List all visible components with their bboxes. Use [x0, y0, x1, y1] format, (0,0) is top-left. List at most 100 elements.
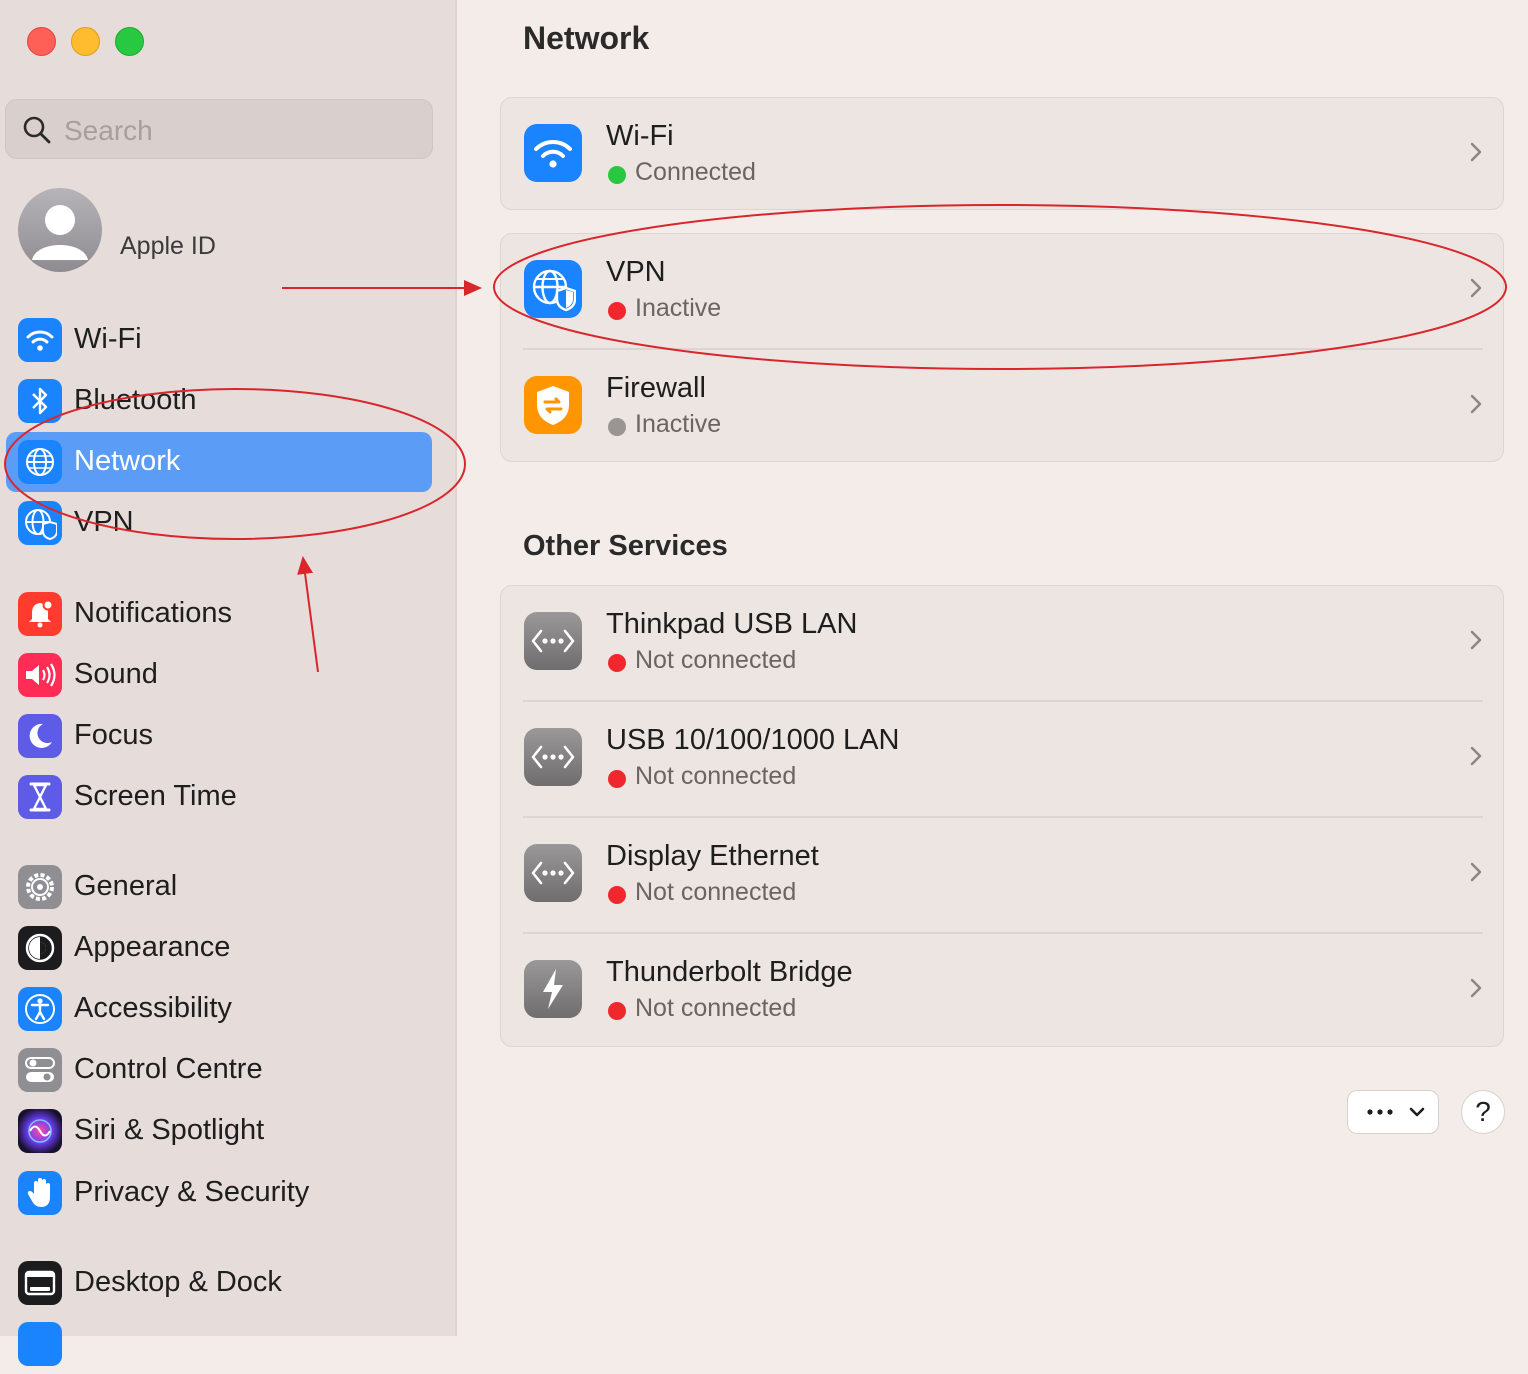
bluetooth-icon	[18, 379, 62, 423]
sidebar: Search Apple ID Wi-Fi Bluetooth Network …	[0, 0, 457, 1366]
sidebar-item-label: Control Centre	[74, 1053, 263, 1085]
moon-icon	[18, 714, 62, 758]
status-dot	[608, 1002, 626, 1020]
sidebar-item-label: VPN	[74, 506, 134, 538]
service-title: Display Ethernet	[606, 840, 819, 872]
sidebar-item-desktop-dock[interactable]: Desktop & Dock	[6, 1253, 432, 1313]
status-dot	[608, 302, 626, 320]
chevron-right-icon	[1470, 978, 1482, 998]
chevron-right-icon	[1470, 746, 1482, 766]
service-title: VPN	[606, 256, 666, 288]
close-window-button[interactable]	[27, 27, 56, 56]
apple-id-avatar[interactable]	[18, 188, 102, 272]
sidebar-item-label: Wi-Fi	[74, 323, 142, 355]
sidebar-item-label: Notifications	[74, 597, 232, 629]
minimize-window-button[interactable]	[71, 27, 100, 56]
ethernet-icon	[524, 844, 582, 902]
sidebar-item-sound[interactable]: Sound	[6, 645, 432, 705]
chevron-right-icon	[1470, 142, 1482, 162]
sidebar-item-bluetooth[interactable]: Bluetooth	[6, 371, 432, 431]
search-icon	[23, 116, 51, 144]
search-field[interactable]: Search	[5, 99, 433, 159]
sidebar-item-screen-time[interactable]: Screen Time	[6, 767, 432, 827]
sidebar-item-general[interactable]: General	[6, 857, 432, 917]
wifi-card: Wi-Fi Connected	[500, 97, 1504, 210]
other-services-heading: Other Services	[523, 530, 728, 562]
sidebar-item-label: General	[74, 870, 178, 902]
chevron-right-icon	[1470, 630, 1482, 650]
vpn-globe-shield-icon	[18, 501, 62, 545]
sidebar-item-label: Privacy & Security	[74, 1176, 310, 1208]
globe-icon	[18, 440, 62, 484]
sidebar-item-label: Appearance	[74, 931, 231, 963]
status-dot	[608, 418, 626, 436]
service-row-vpn[interactable]: VPN Inactive	[501, 234, 1503, 350]
vpn-globe-shield-icon	[524, 260, 582, 318]
service-status: Not connected	[635, 762, 797, 790]
service-status: Not connected	[635, 994, 797, 1022]
bell-icon	[18, 592, 62, 636]
toggles-icon	[18, 1048, 62, 1092]
sidebar-item-siri-spotlight[interactable]: Siri & Spotlight	[6, 1101, 432, 1161]
person-icon	[32, 205, 88, 260]
help-button[interactable]: ?	[1461, 1090, 1505, 1134]
service-status: Not connected	[635, 878, 797, 906]
sidebar-item-label: Accessibility	[74, 992, 232, 1024]
search-input[interactable]: Search	[64, 115, 153, 147]
firewall-shield-icon	[524, 376, 582, 434]
sidebar-item-label: Focus	[74, 719, 153, 751]
service-row-thinkpad-usb-lan[interactable]: Thinkpad USB LAN Not connected	[501, 586, 1503, 702]
sidebar-item-appearance[interactable]: Appearance	[6, 918, 432, 978]
sidebar-item-label: Sound	[74, 658, 158, 690]
service-row-firewall[interactable]: Firewall Inactive	[501, 350, 1503, 466]
sidebar-item-wifi[interactable]: Wi-Fi	[6, 310, 432, 370]
apple-id-label[interactable]: Apple ID	[120, 232, 216, 261]
wifi-icon	[524, 124, 582, 182]
sidebar-item-network[interactable]: Network	[6, 432, 432, 492]
dock-icon	[18, 1261, 62, 1305]
more-actions-button[interactable]	[1347, 1090, 1439, 1134]
hand-icon	[18, 1171, 62, 1215]
zoom-window-button[interactable]	[115, 27, 144, 56]
service-title: Thunderbolt Bridge	[606, 956, 853, 988]
ethernet-icon	[524, 612, 582, 670]
sidebar-item-label: Network	[74, 445, 181, 477]
service-title: Wi-Fi	[606, 120, 674, 152]
sidebar-item-vpn[interactable]: VPN	[6, 493, 432, 553]
service-row-thunderbolt-bridge[interactable]: Thunderbolt Bridge Not connected	[501, 934, 1503, 1050]
sidebar-item-privacy-security[interactable]: Privacy & Security	[6, 1163, 432, 1223]
service-title: USB 10/100/1000 LAN	[606, 724, 900, 756]
status-dot	[608, 770, 626, 788]
service-row-wifi[interactable]: Wi-Fi Connected	[501, 98, 1503, 211]
page-title: Network	[523, 20, 650, 56]
ethernet-icon	[524, 728, 582, 786]
display-icon	[18, 1322, 62, 1366]
appearance-icon	[18, 926, 62, 970]
status-dot	[608, 654, 626, 672]
sidebar-item-label: Siri & Spotlight	[74, 1114, 265, 1146]
sidebar-item-control-centre[interactable]: Control Centre	[6, 1040, 432, 1100]
other-services-card: Thinkpad USB LAN Not connected USB 10/10…	[500, 585, 1504, 1047]
sidebar-item-accessibility[interactable]: Accessibility	[6, 979, 432, 1039]
sidebar-item-notifications[interactable]: Notifications	[6, 584, 432, 644]
chevron-right-icon	[1470, 278, 1482, 298]
wifi-icon	[18, 318, 62, 362]
accessibility-icon	[18, 987, 62, 1031]
service-status: Not connected	[635, 646, 797, 674]
service-row-usb-lan[interactable]: USB 10/100/1000 LAN Not connected	[501, 702, 1503, 818]
status-dot	[608, 166, 626, 184]
sidebar-item-partial[interactable]	[6, 1314, 432, 1374]
sidebar-item-focus[interactable]: Focus	[6, 706, 432, 766]
chevron-right-icon	[1470, 394, 1482, 414]
service-row-display-ethernet[interactable]: Display Ethernet Not connected	[501, 818, 1503, 934]
sidebar-item-label: Bluetooth	[74, 384, 197, 416]
service-status: Inactive	[635, 410, 722, 438]
status-dot	[608, 886, 626, 904]
sidebar-item-label: Desktop & Dock	[74, 1266, 282, 1298]
service-title: Firewall	[606, 372, 706, 404]
service-title: Thinkpad USB LAN	[606, 608, 858, 640]
service-status: Inactive	[635, 294, 722, 322]
sidebar-item-label: Screen Time	[74, 780, 237, 812]
thunderbolt-icon	[524, 960, 582, 1018]
speaker-icon	[18, 653, 62, 697]
